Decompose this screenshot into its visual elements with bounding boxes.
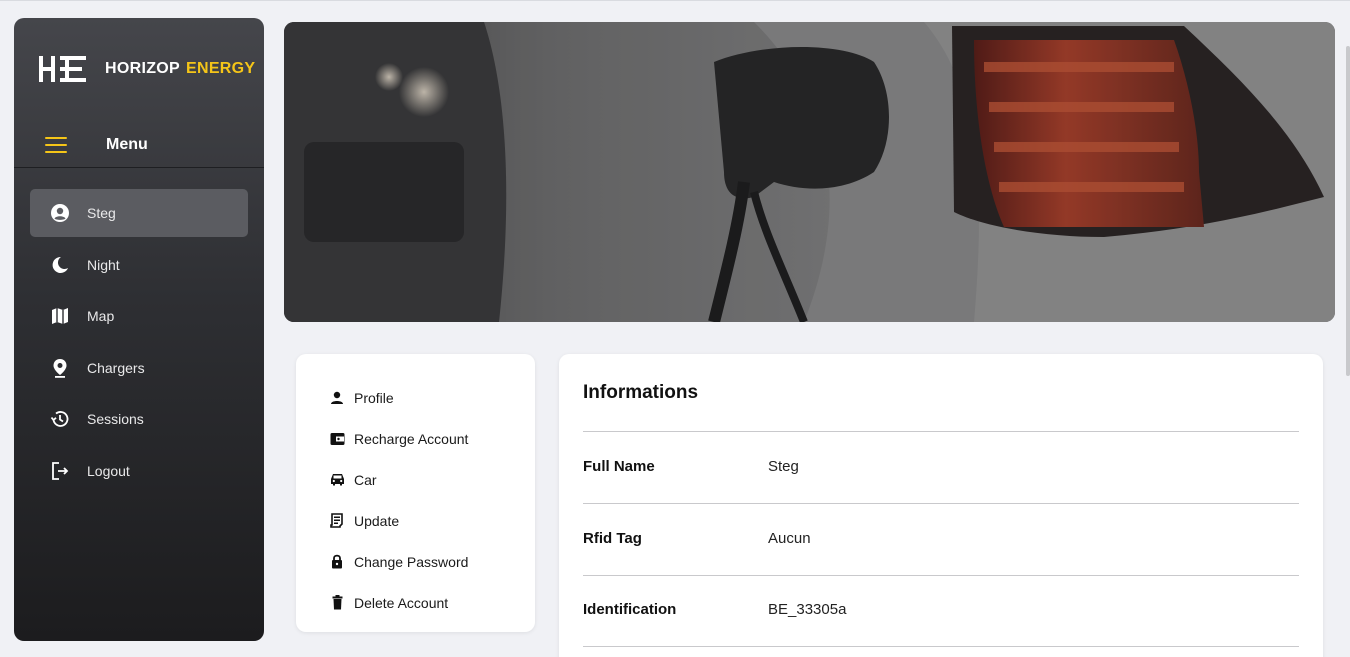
sidebar-item-sessions[interactable]: Sessions bbox=[30, 395, 248, 443]
sidebar-item-logout[interactable]: Logout bbox=[30, 447, 248, 495]
option-label: Change Password bbox=[354, 553, 469, 570]
option-label: Update bbox=[354, 512, 400, 529]
info-row-full-name: Full Name Steg bbox=[583, 458, 1299, 478]
sidebar-item-label: Chargers bbox=[87, 359, 145, 376]
brand-name-part2: ENERGY bbox=[186, 60, 256, 77]
info-row-identification: Identification BE_33305a bbox=[583, 601, 1299, 621]
sidebar-item-label: Logout bbox=[87, 462, 130, 479]
user-circle-icon bbox=[50, 203, 70, 223]
page-scrollbar[interactable] bbox=[1346, 46, 1350, 376]
hamburger-menu-icon[interactable] bbox=[45, 137, 67, 155]
sidebar-item-label: Night bbox=[87, 256, 120, 273]
info-value: BE_33305a bbox=[768, 601, 847, 618]
divider bbox=[583, 431, 1299, 432]
brand[interactable]: HORIZOP ENERGY bbox=[38, 54, 255, 84]
option-change-password[interactable]: Change Password bbox=[296, 541, 535, 582]
option-profile[interactable]: Profile bbox=[296, 377, 535, 418]
option-delete-account[interactable]: Delete Account bbox=[296, 582, 535, 623]
option-label: Profile bbox=[354, 389, 394, 406]
sidebar-item-steg[interactable]: Steg bbox=[30, 189, 248, 237]
horizop-logo-icon bbox=[39, 56, 86, 82]
person-icon bbox=[329, 390, 345, 406]
logout-icon bbox=[50, 461, 70, 481]
sidebar-item-label: Steg bbox=[87, 205, 116, 221]
divider bbox=[583, 503, 1299, 504]
option-car[interactable]: Car bbox=[296, 459, 535, 500]
map-icon bbox=[50, 306, 70, 326]
sidebar-item-map[interactable]: Map bbox=[30, 292, 248, 340]
info-key: Full Name bbox=[583, 458, 655, 475]
hero-banner bbox=[284, 22, 1335, 322]
sidebar-item-label: Map bbox=[87, 308, 115, 324]
trash-icon bbox=[329, 595, 345, 611]
info-key: Rfid Tag bbox=[583, 530, 642, 547]
option-label: Recharge Account bbox=[354, 430, 469, 447]
sidebar-item-chargers[interactable]: Chargers bbox=[30, 344, 248, 392]
account-options-card: Profile Recharge Account Car Update Chan… bbox=[296, 354, 535, 632]
info-key: Identification bbox=[583, 601, 677, 618]
divider bbox=[583, 575, 1299, 576]
option-label: Delete Account bbox=[354, 594, 449, 611]
option-label: Car bbox=[354, 471, 377, 488]
wallet-icon bbox=[329, 431, 345, 447]
sidebar-item-night[interactable]: Night bbox=[30, 241, 248, 289]
informations-title: Informations bbox=[583, 382, 699, 403]
moon-icon bbox=[50, 255, 70, 275]
history-icon bbox=[50, 409, 70, 429]
ev-charging-photo bbox=[284, 22, 1335, 322]
option-update[interactable]: Update bbox=[296, 500, 535, 541]
menu-label: Menu bbox=[106, 136, 148, 153]
car-icon bbox=[329, 472, 345, 488]
location-pin-icon bbox=[50, 358, 70, 378]
brand-name: HORIZOP ENERGY bbox=[105, 60, 255, 78]
sidebar-item-label: Sessions bbox=[87, 411, 144, 427]
sidebar: HORIZOP ENERGY Menu Steg Night Map Charg… bbox=[14, 18, 264, 641]
option-recharge-account[interactable]: Recharge Account bbox=[296, 418, 535, 459]
menu-header: Menu bbox=[14, 126, 264, 168]
info-value: Aucun bbox=[768, 530, 811, 547]
informations-card: Informations Full Name Steg Rfid Tag Auc… bbox=[559, 354, 1323, 657]
info-value: Steg bbox=[768, 458, 799, 475]
receipt-icon bbox=[329, 513, 345, 529]
divider bbox=[583, 646, 1299, 647]
lock-icon bbox=[329, 554, 345, 570]
info-row-rfid-tag: Rfid Tag Aucun bbox=[583, 530, 1299, 550]
sidebar-nav: Steg Night Map Chargers Sessions Logout bbox=[30, 189, 248, 498]
brand-name-part1: HORIZOP bbox=[105, 60, 180, 77]
